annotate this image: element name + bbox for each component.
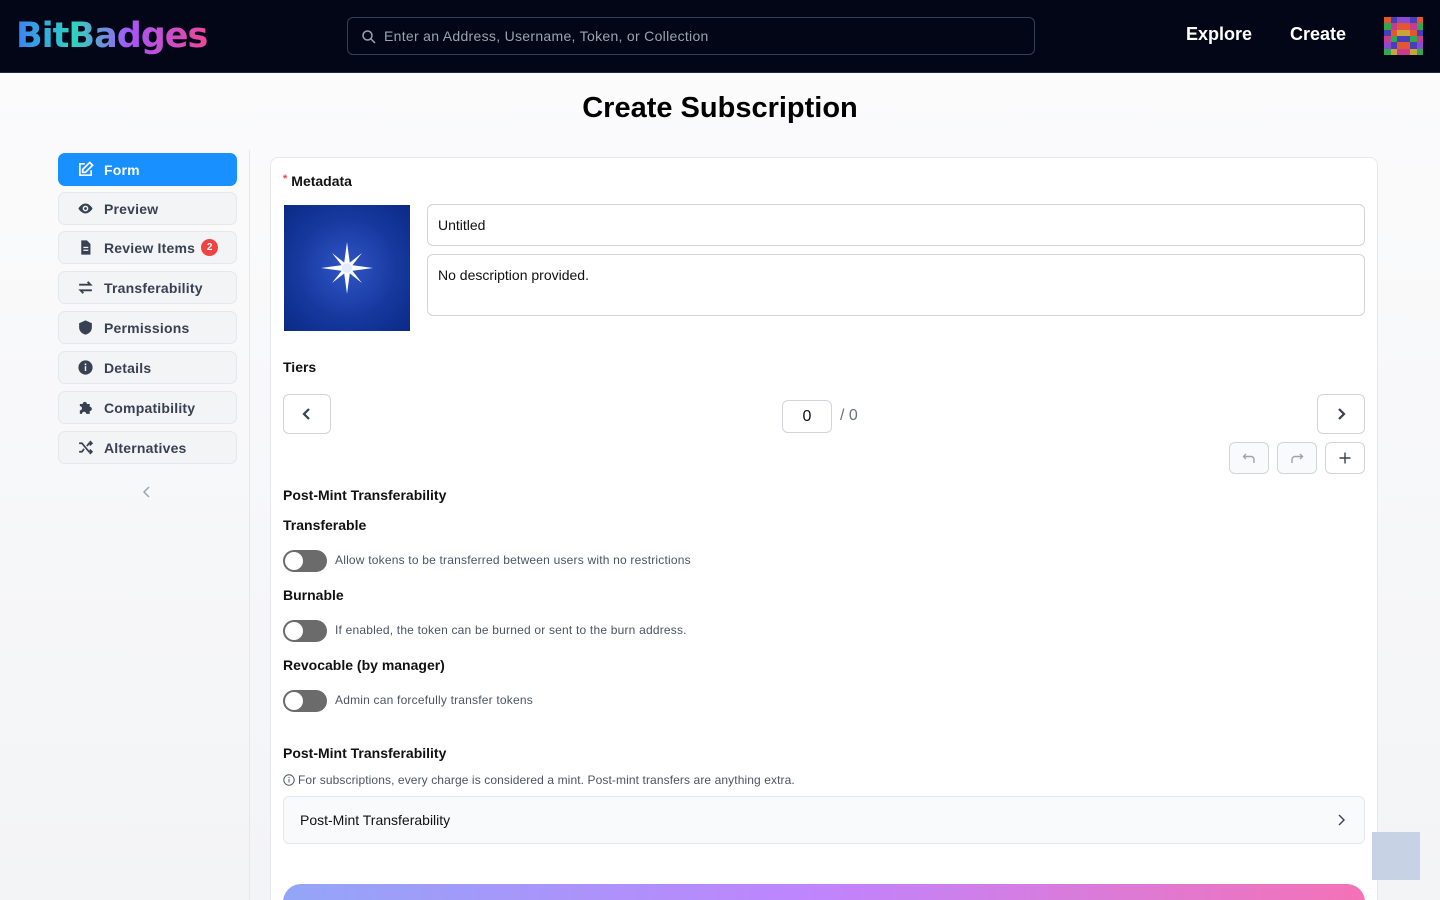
revocable-label: Revocable (by manager) [283,657,445,673]
transferable-toggle[interactable] [283,550,327,572]
sidebar-item-label: Preview [104,200,159,217]
sidebar-item-label: Details [104,359,152,376]
sidebar-item-alternatives[interactable]: Alternatives [58,431,237,464]
top-navbar: BitBadges Explore Create [0,0,1440,73]
edit-icon [77,161,94,178]
burnable-label: Burnable [283,587,344,603]
post-mint-heading-2: Post-Mint Transferability [283,745,447,761]
submit-button[interactable] [283,884,1365,900]
collapse-sidebar-icon[interactable] [140,484,154,500]
sidebar-divider [249,150,250,900]
avatar-pixel [1416,48,1423,55]
star-burst-icon [321,242,373,294]
sidebar-item-label: Compatibility [104,399,196,416]
post-mint-collapse-panel[interactable]: Post-Mint Transferability [283,796,1365,844]
transferable-description: Allow tokens to be transferred between u… [335,553,691,567]
collection-image[interactable] [284,205,410,331]
sidebar-item-form[interactable]: Form [58,153,237,186]
sidebar-item-label: Permissions [104,319,190,336]
page-title: Create Subscription [582,92,858,124]
metadata-label: * Metadata [283,173,352,189]
undo-button[interactable] [1229,442,1269,474]
sidebar-item-label: Alternatives [104,439,187,456]
sidebar-item-label: Form [104,161,140,178]
redo-button[interactable] [1277,442,1317,474]
search-icon [362,30,376,44]
sidebar-item-details[interactable]: Details [58,351,237,384]
collection-description-input[interactable]: No description provided. [427,254,1365,316]
plus-icon [1339,452,1351,464]
arrows-exchange-icon [77,279,94,296]
sidebar-item-label: Transferability [104,279,203,296]
chevron-left-icon [302,408,310,420]
sidebar-item-permissions[interactable]: Permissions [58,311,237,344]
revocable-toggle[interactable] [283,690,327,712]
eye-icon [77,200,94,217]
sidebar-item-label: Review Items [104,239,196,256]
info-circle-icon [77,359,94,376]
burnable-description: If enabled, the token can be burned or s… [335,623,687,637]
sidebar-item-preview[interactable]: Preview [58,192,237,225]
explore-link[interactable]: Explore [1186,24,1252,45]
shield-icon [77,319,94,336]
sidebar-item-compatibility[interactable]: Compatibility [58,391,237,424]
review-count-badge: 2 [201,239,219,256]
puzzle-icon [77,399,94,416]
floating-help-button[interactable] [1372,832,1420,880]
info-note-text: For subscriptions, every charge is consi… [298,773,795,787]
avatar[interactable] [1384,17,1423,55]
transferable-label: Transferable [283,517,367,533]
chevron-right-icon [1338,814,1345,826]
previous-tier-button[interactable] [283,394,331,434]
tiers-label: Tiers [283,359,317,375]
redo-icon [1291,453,1304,463]
tier-total: / 0 [840,407,858,424]
create-link[interactable]: Create [1290,24,1346,45]
info-icon [283,774,295,786]
collapse-panel-title: Post-Mint Transferability [300,812,451,828]
shuffle-icon [77,439,94,456]
bitbadges-logo[interactable]: BitBadges [16,14,208,58]
search-bar[interactable] [347,17,1035,55]
sidebar-item-review-items[interactable]: Review Items 2 [58,231,237,264]
add-tier-button[interactable] [1325,442,1365,474]
chevron-right-icon [1338,408,1346,420]
burnable-toggle[interactable] [283,620,327,642]
post-mint-heading: Post-Mint Transferability [283,487,447,503]
next-tier-button[interactable] [1317,394,1365,434]
required-mark: * [283,173,288,185]
collection-name-input[interactable] [427,204,1365,246]
revocable-description: Admin can forcefully transfer tokens [335,693,533,707]
sidebar-item-transferability[interactable]: Transferability [58,271,237,304]
document-icon [77,239,94,256]
undo-icon [1242,453,1255,463]
tier-index-input[interactable] [782,400,832,433]
info-note: For subscriptions, every charge is consi… [283,773,795,787]
search-input[interactable] [384,18,1024,54]
